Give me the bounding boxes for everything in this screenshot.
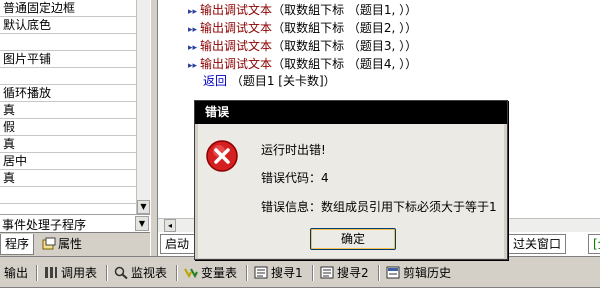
- tab-search1[interactable]: 搜寻1: [254, 263, 303, 283]
- toolbar-separator: [106, 265, 108, 281]
- function-name: 输出调试文本: [200, 39, 273, 53]
- expand-arrow-icon: ▸▸: [188, 7, 198, 17]
- property-row[interactable]: 假: [0, 119, 136, 136]
- function-args: （取数組下标 （题目2, ））: [272, 21, 418, 35]
- event-selector[interactable]: 事件处理子程序 ▼: [0, 214, 150, 232]
- property-row[interactable]: 居中: [0, 153, 136, 170]
- property-row[interactable]: 循环播放: [0, 85, 136, 102]
- property-row[interactable]: 默认底色: [0, 17, 136, 34]
- bottom-toolbar: 输出 调用表 监视表 变量表 搜寻1 搜寻2 剪辑历史: [0, 256, 600, 294]
- event-selector-label: 事件处理子程序: [2, 218, 87, 232]
- tab-clip-history[interactable]: 剪辑历史: [386, 263, 451, 283]
- expand-arrow-icon: ▸▸: [188, 43, 198, 53]
- property-row[interactable]: 图片平铺: [0, 51, 136, 68]
- property-row[interactable]: [0, 34, 136, 51]
- tab-level-window[interactable]: 过关窗口: [508, 234, 567, 254]
- tab-all-label: [全: [593, 237, 600, 251]
- toolbar-separator: [36, 265, 38, 281]
- error-dialog: 错误 运行时出错! 错误代码：4 错误信息：数组成员引用下标必须大于等于1 确定: [194, 100, 508, 260]
- dropdown-arrow-icon[interactable]: ▼: [135, 216, 149, 231]
- return-args: （题目1 [关卡数]）: [230, 74, 336, 88]
- call-table-icon: [45, 267, 57, 278]
- tab-all[interactable]: [全: [588, 234, 600, 254]
- function-args: （取数組下标 （题目1, ））: [272, 3, 418, 17]
- tab-search2[interactable]: 搜寻2: [320, 263, 369, 283]
- tab-call-table-label: 调用表: [61, 266, 98, 280]
- function-name: 输出调试文本: [200, 21, 273, 35]
- variable-icon: [184, 268, 198, 279]
- code-line[interactable]: ▸▸ 输出调试文本（取数組下标 （题目1, ））: [188, 2, 417, 18]
- tab-output-label: 输出: [4, 266, 29, 280]
- tab-watch-table[interactable]: 监视表: [114, 263, 167, 283]
- dialog-title: 错误: [205, 105, 230, 119]
- return-keyword: 返回: [203, 74, 228, 88]
- tab-var-table-label: 变量表: [201, 266, 238, 280]
- property-row[interactable]: [0, 187, 136, 204]
- function-name: 输出调试文本: [200, 57, 273, 71]
- search-window-icon: [320, 266, 334, 279]
- code-line[interactable]: ▸▸ 输出调试文本（取数組下标 （题目3, ））: [188, 38, 417, 54]
- error-message: 运行时出错!: [261, 143, 326, 157]
- tab-output[interactable]: 输出: [4, 263, 28, 283]
- tab-clip-history-label: 剪辑历史: [403, 266, 452, 280]
- magnifier-icon: [114, 266, 128, 279]
- clipboard-icon: [386, 266, 400, 279]
- properties-icon: [42, 237, 56, 250]
- toolbar-separator: [246, 265, 248, 281]
- toolbar-separator: [378, 265, 380, 281]
- tab-var-table[interactable]: 变量表: [184, 263, 237, 283]
- property-row[interactable]: 真: [0, 170, 136, 187]
- function-name: 输出调试文本: [200, 3, 273, 17]
- property-scrollbar[interactable]: ▼: [136, 0, 150, 214]
- property-row[interactable]: 普通固定边框: [0, 0, 136, 17]
- property-list: 普通固定边框 默认底色 图片平铺 循环播放 真 假 真 居中 真: [0, 0, 136, 214]
- property-row[interactable]: 真: [0, 102, 136, 119]
- error-info: 错误信息：数组成员引用下标必须大于等于1: [261, 200, 497, 214]
- expand-arrow-icon: ▸▸: [188, 61, 198, 71]
- tab-program-label: 程序: [5, 237, 30, 251]
- dialog-titlebar[interactable]: 错误: [195, 101, 507, 124]
- tab-search1-label: 搜寻1: [271, 266, 303, 280]
- property-row[interactable]: [0, 68, 136, 85]
- code-line[interactable]: 返回 （题目1 [关卡数]）: [203, 73, 336, 89]
- error-icon: [206, 140, 238, 172]
- property-panel: 普通固定边框 默认底色 图片平铺 循环播放 真 假 真 居中 真 ▼ 事件处理子…: [0, 0, 150, 232]
- search-window-icon: [254, 266, 268, 279]
- tab-properties[interactable]: 属性: [38, 234, 86, 255]
- tab-watch-table-label: 监视表: [131, 266, 168, 280]
- tab-start-label: 启动: [165, 237, 190, 251]
- function-args: （取数組下标 （题目4, ））: [272, 57, 418, 71]
- tab-program[interactable]: 程序: [0, 234, 35, 255]
- tab-start-window[interactable]: 启动: [160, 234, 198, 254]
- toolbar-separator: [312, 265, 314, 281]
- toolbar-separator: [176, 265, 178, 281]
- code-line[interactable]: ▸▸ 输出调试文本（取数組下标 （题目2, ））: [188, 20, 417, 36]
- tab-level-label: 过关窗口: [513, 237, 562, 251]
- tab-search2-label: 搜寻2: [337, 266, 369, 280]
- left-panel-tabs: 程序 属性: [0, 232, 150, 256]
- code-line[interactable]: ▸▸ 输出调试文本（取数組下标 （题目4, ））: [188, 56, 417, 72]
- panel-splitter[interactable]: [150, 0, 158, 256]
- dialog-body: 运行时出错! 错误代码：4 错误信息：数组成员引用下标必须大于等于1 确定: [198, 124, 504, 258]
- property-row[interactable]: 真: [0, 136, 136, 153]
- status-line: [0, 287, 600, 294]
- ok-button[interactable]: 确定: [310, 228, 396, 250]
- function-args: （取数組下标 （题目3, ））: [272, 39, 418, 53]
- tab-call-table[interactable]: 调用表: [44, 263, 97, 283]
- expand-arrow-icon: ▸▸: [188, 25, 198, 35]
- scroll-left-icon[interactable]: ◂: [164, 219, 176, 232]
- error-code: 错误代码：4: [261, 171, 329, 185]
- tab-properties-label: 属性: [58, 237, 83, 251]
- scroll-down-icon[interactable]: ▼: [137, 200, 150, 214]
